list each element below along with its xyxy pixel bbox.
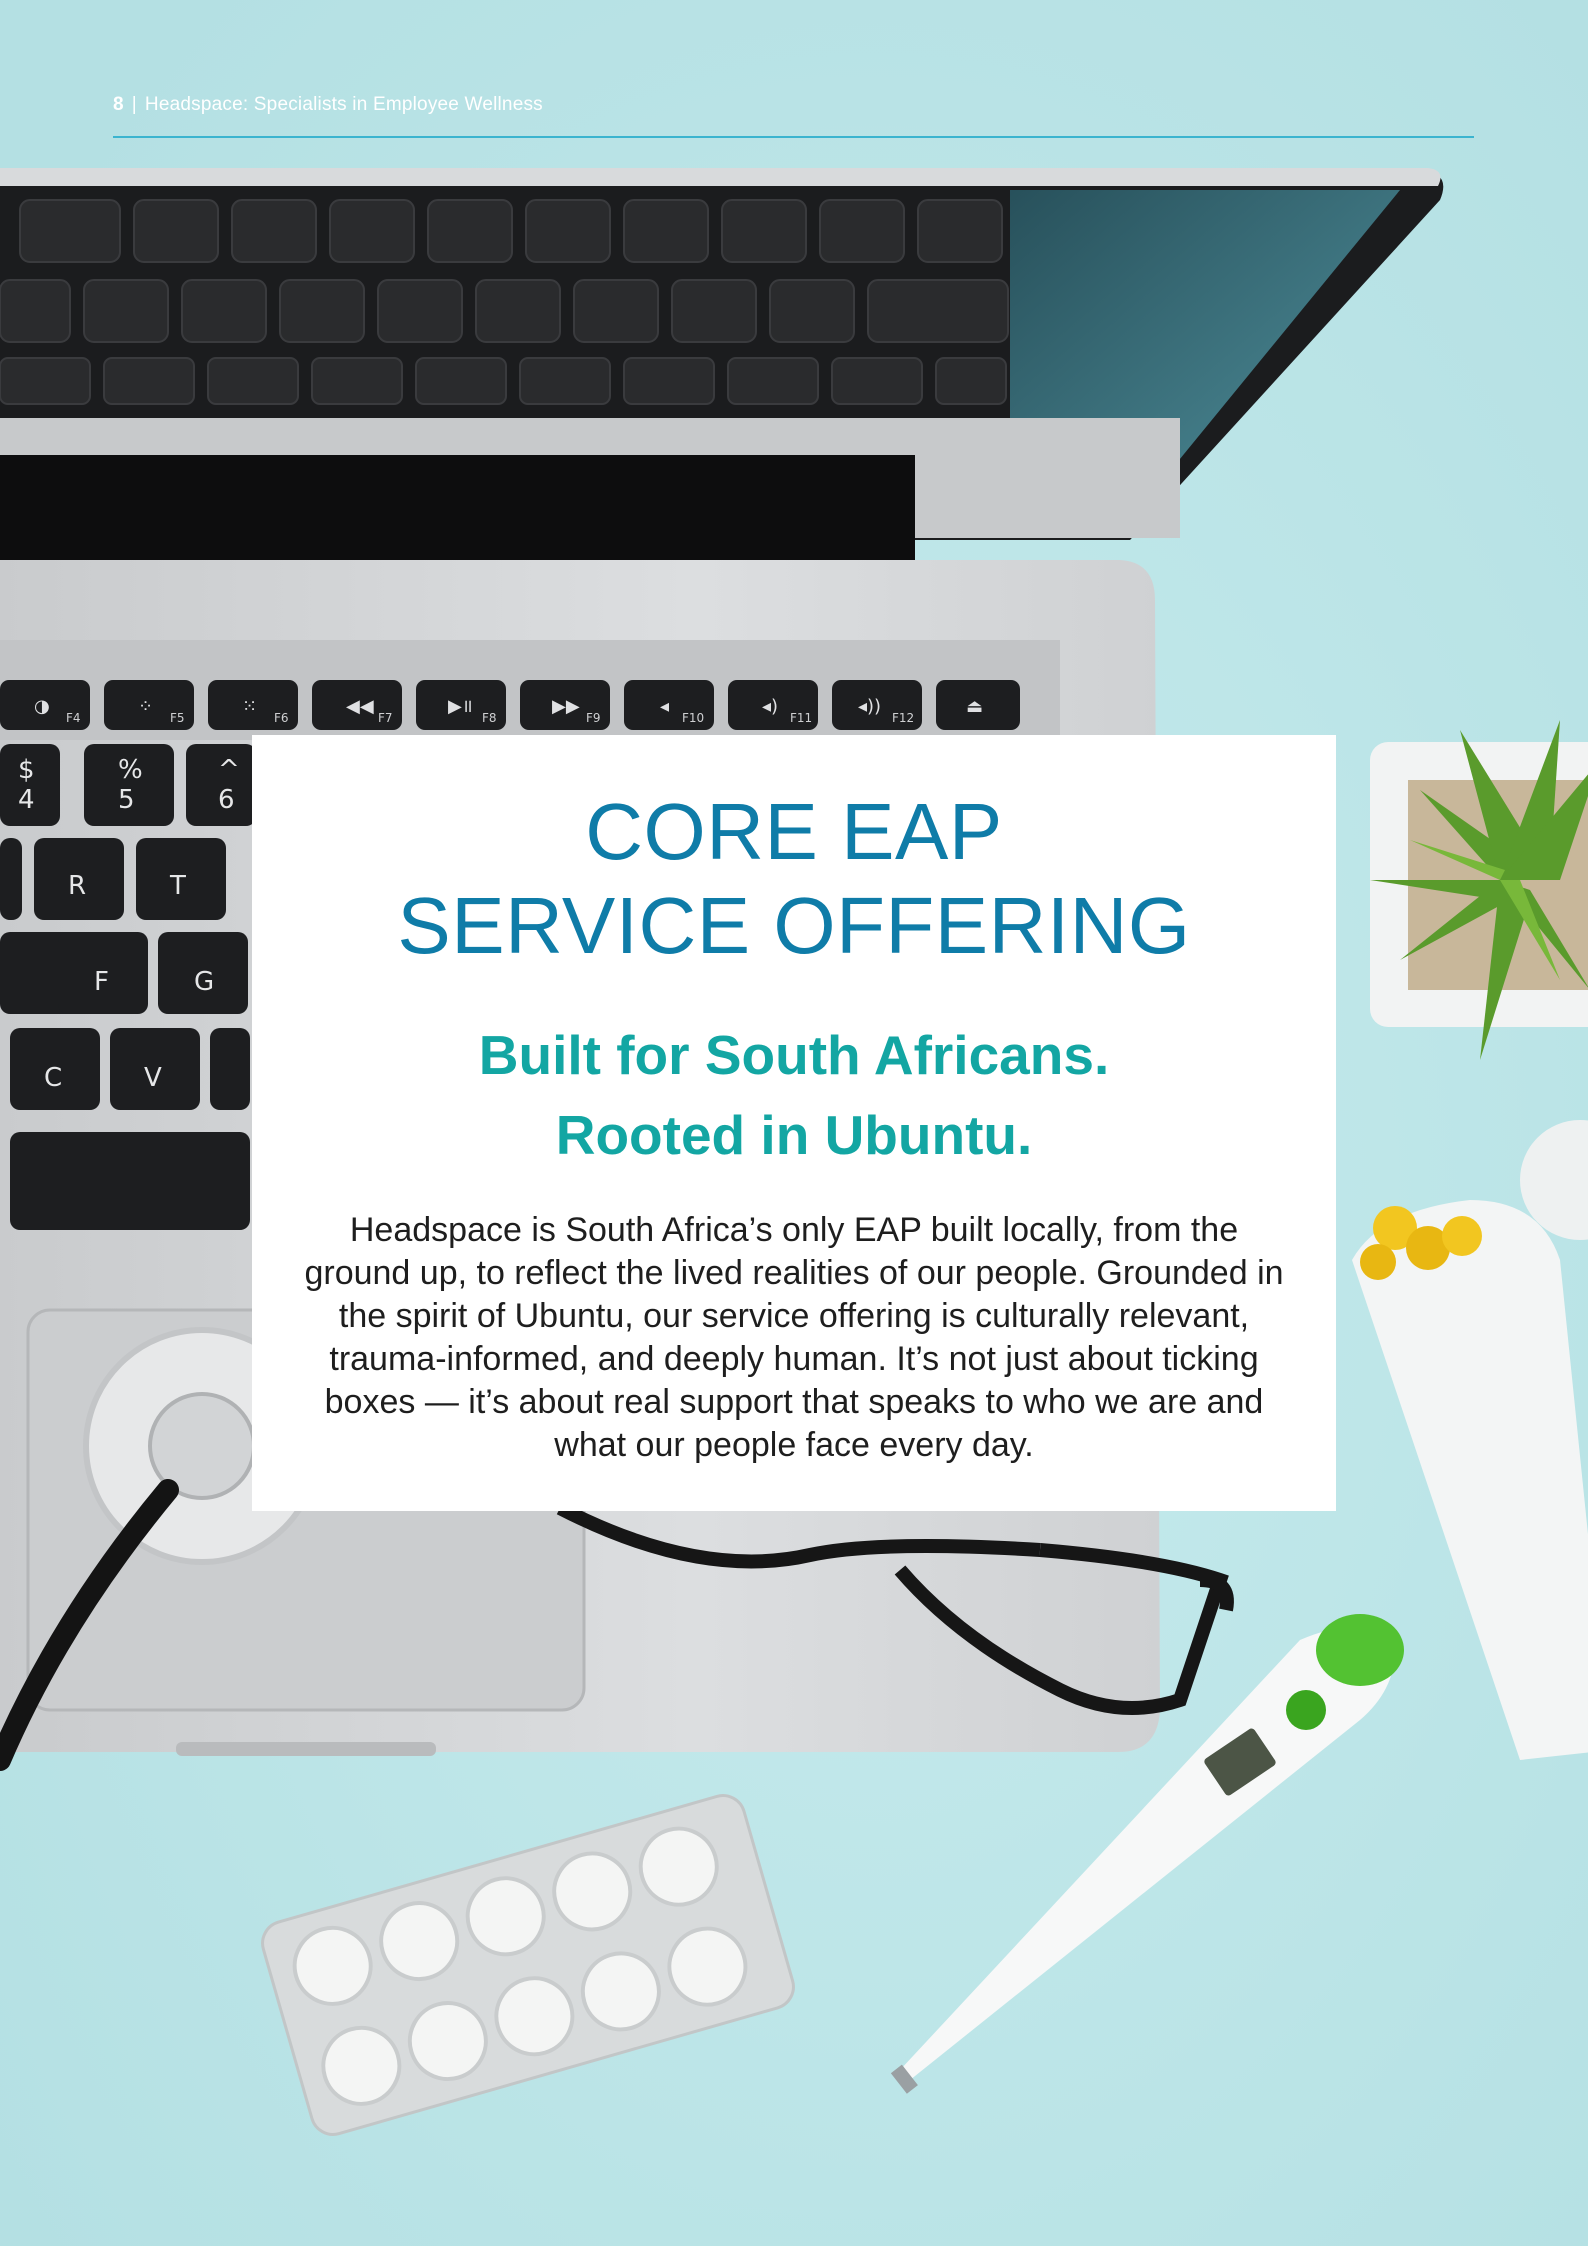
key-top-6: ^ (218, 755, 240, 785)
svg-text:F7: F7 (378, 711, 393, 725)
svg-text:F10: F10 (682, 711, 704, 725)
title-line-1: CORE EAP (585, 787, 1003, 876)
key-top-4: $ (18, 755, 35, 785)
key-v: V (144, 1063, 162, 1093)
title-line-2: SERVICE OFFERING (397, 881, 1191, 970)
body-paragraph: Headspace is South Africa’s only EAP bui… (304, 1211, 1284, 1464)
svg-text:▶▶: ▶▶ (552, 696, 580, 717)
page-subtitle: Built for South Africans. Rooted in Ubun… (296, 1015, 1292, 1175)
svg-text:⁘: ⁘ (138, 696, 153, 717)
svg-text:▶॥: ▶॥ (448, 696, 473, 717)
key-t: T (169, 871, 186, 901)
svg-text:⏏: ⏏ (966, 696, 983, 717)
key-bottom-4: 4 (18, 785, 35, 815)
running-header: 8 | Headspace: Specialists in Employee Wel… (113, 94, 1473, 116)
svg-text:F9: F9 (586, 711, 601, 725)
document-page: F4 F5 F6 F7 F8 F9 F10 F11 F12 ◑ ⁘ ⁙ ◀◀ ▶… (0, 0, 1588, 2246)
page-number: 8 (113, 94, 124, 115)
key-c: C (44, 1063, 62, 1093)
svg-text:F4: F4 (66, 711, 81, 725)
svg-text:◂)): ◂)) (858, 696, 881, 717)
svg-text:◂): ◂) (762, 696, 778, 717)
subtitle-line-1: Built for South Africans. (478, 1024, 1110, 1086)
svg-text:F5: F5 (170, 711, 185, 725)
key-g: G (194, 967, 214, 997)
key-bottom-5: 5 (118, 785, 135, 815)
key-bottom-6: 6 (218, 785, 235, 815)
header-separator: | (131, 94, 137, 115)
key-top-5: % (118, 755, 143, 785)
page-title: CORE EAP SERVICE OFFERING (296, 785, 1292, 973)
svg-text:◂: ◂ (660, 696, 669, 717)
subtitle-line-2: Rooted in Ubuntu. (555, 1104, 1033, 1166)
svg-text:F8: F8 (482, 711, 497, 725)
svg-text:F6: F6 (274, 711, 289, 725)
header-rule (113, 136, 1474, 138)
key-f: F (94, 967, 109, 997)
svg-text:◑: ◑ (34, 696, 50, 717)
svg-text:F11: F11 (790, 711, 812, 725)
svg-text:⁙: ⁙ (242, 696, 257, 717)
key-r: R (68, 871, 86, 901)
svg-text:F12: F12 (892, 711, 914, 725)
svg-text:◀◀: ◀◀ (346, 696, 374, 717)
content-card: CORE EAP SERVICE OFFERING Built for Sout… (252, 735, 1336, 1511)
running-title: Headspace: Specialists in Employee Welln… (144, 94, 543, 115)
